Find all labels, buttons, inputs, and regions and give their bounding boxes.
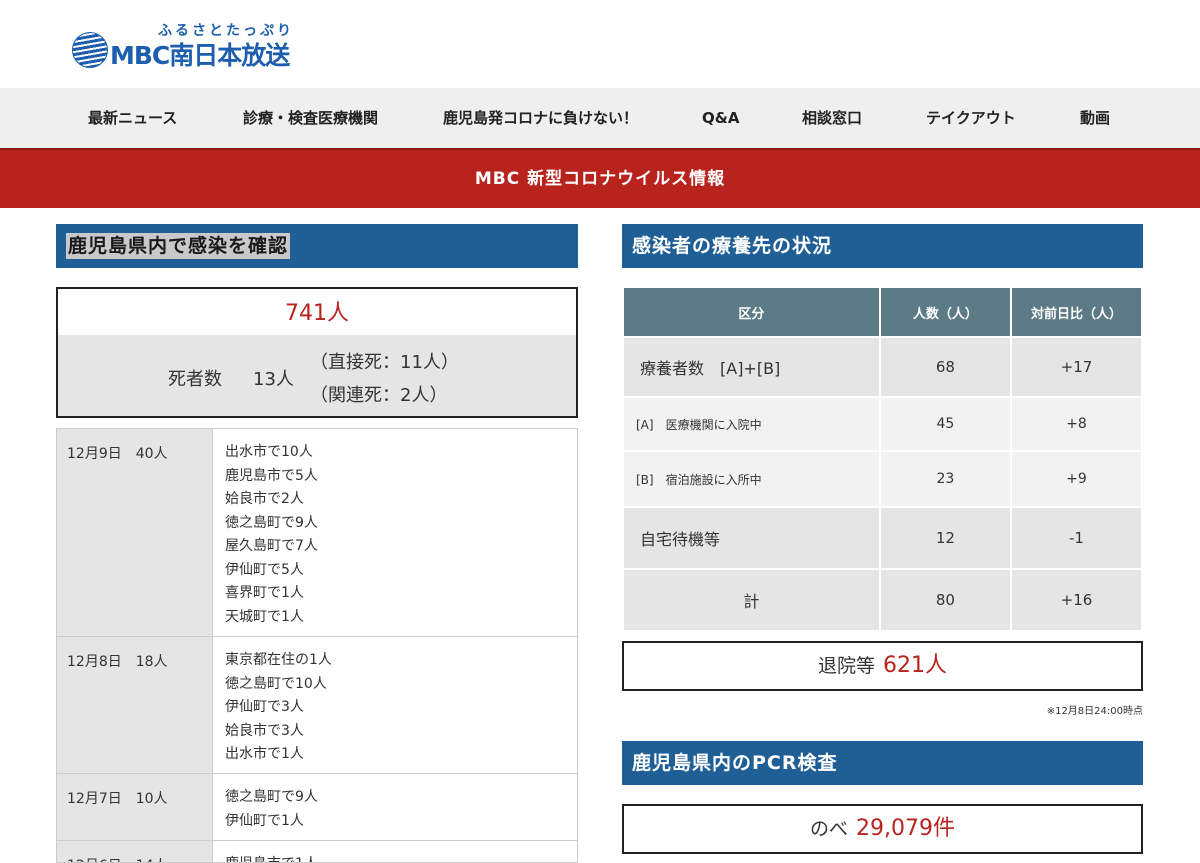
column-header: 人数（人） [878, 286, 1012, 338]
logo-name: MBC南日本放送 [110, 41, 290, 70]
row-count: 68 [878, 336, 1012, 398]
day-date: 12月8日 18人 [67, 654, 168, 670]
place-count: 姶良市で3人 [225, 722, 304, 739]
row-count: 12 [878, 506, 1012, 570]
daily-cases-list: 12月9日 40人 出水市で10人 鹿児島市で5人 姶良市で2人 徳之島町で9人… [56, 428, 578, 863]
nav-item-takeout[interactable]: テイクアウト [926, 88, 1016, 148]
discharged-box: 退院等 621人 [622, 641, 1143, 691]
list-item: 12月9日 40人 出水市で10人 鹿児島市で5人 姶良市で2人 徳之島町で9人… [57, 429, 577, 637]
nav-item-medical-institutions[interactable]: 診療・検査医療機関 [243, 88, 378, 148]
pcr-value: 29,079件 [856, 816, 955, 841]
mbc-logo[interactable]: ふるさとたっぷり MBC南日本放送 [72, 23, 310, 70]
row-diff: +16 [1009, 568, 1144, 632]
table-row: [A] 医療機関に入院中 45 +8 [622, 396, 1144, 452]
deaths-count: 13人 [253, 369, 294, 390]
table-row: 自宅待機等 12 -1 [622, 506, 1144, 570]
row-count: 45 [878, 396, 1012, 452]
row-label: [A] 医療機関に入院中 [622, 396, 881, 452]
discharged-value: 621人 [883, 653, 947, 678]
mbc-logo-mark-icon [72, 32, 108, 68]
nav-item-qa[interactable]: Q&A [702, 88, 739, 148]
list-item: 12月8日 18人 東京都在住の1人 徳之島町で10人 伊仙町で3人 姶良市で3… [57, 637, 577, 774]
place-count: 伊仙町で1人 [225, 812, 304, 829]
nav-item-kagoshima-campaign[interactable]: 鹿児島発コロナに負けない！ [443, 88, 638, 148]
place-count: 天城町で1人 [225, 608, 304, 625]
page-title-banner: MBC 新型コロナウイルス情報 [0, 148, 1200, 208]
day-date: 12月7日 10人 [67, 791, 168, 807]
table-header-row: 区分 人数（人） 対前日比（人） [622, 286, 1144, 338]
site-header: ふるさとたっぷり MBC南日本放送 [0, 0, 1200, 88]
infection-heading-text: 鹿児島県内で感染を確認 [66, 233, 291, 259]
place-count: 喜界町で1人 [225, 585, 304, 601]
as-of-note: ※12月8日24:00時点 [1046, 706, 1143, 717]
row-diff: +9 [1009, 450, 1144, 508]
place-count: 徳之島町で10人 [225, 675, 327, 692]
deaths-panel: 死者数 13人 （直接死：11人） （関連死：2人） [58, 335, 576, 416]
row-label: 計 [622, 568, 881, 632]
infection-summary-box: 741人 死者数 13人 （直接死：11人） （関連死：2人） [56, 287, 578, 418]
list-item: 12月6日 14人 鹿児島市で1人 [57, 841, 577, 862]
place-count: 伊仙町で3人 [225, 699, 304, 715]
row-diff: +17 [1009, 336, 1144, 398]
row-diff: -1 [1009, 506, 1144, 570]
discharged-label: 退院等 [817, 655, 875, 677]
nav-item-consultation[interactable]: 相談窓口 [802, 88, 862, 148]
place-count: 鹿児島市で1人 [225, 853, 318, 862]
status-heading: 感染者の療養先の状況 [622, 224, 1143, 268]
column-header: 区分 [622, 286, 881, 338]
place-count: 出水市で10人 [225, 444, 313, 460]
day-date: 12月9日 40人 [67, 446, 168, 462]
list-item: 12月7日 10人 徳之島町で9人 伊仙町で1人 [57, 774, 577, 841]
place-count: 出水市で1人 [225, 746, 304, 762]
deaths-related: （関連死：2人） [310, 385, 448, 406]
place-count: 鹿児島市で5人 [225, 467, 318, 484]
table-row: 計 80 +16 [622, 568, 1144, 632]
row-diff: +8 [1009, 396, 1144, 452]
nav-item-video[interactable]: 動画 [1080, 88, 1110, 148]
pcr-label: のべ [810, 818, 849, 840]
table-row: 療養者数 [A]+[B] 68 +17 [622, 336, 1144, 398]
deaths-direct: （直接死：11人） [310, 352, 459, 373]
main-nav: 最新ニュース 診療・検査医療機関 鹿児島発コロナに負けない！ Q&A 相談窓口 … [0, 88, 1200, 148]
row-count: 23 [878, 450, 1012, 508]
column-header: 対前日比（人） [1009, 286, 1144, 338]
infection-heading: 鹿児島県内で感染を確認 [56, 224, 578, 268]
place-count: 姶良市で2人 [225, 491, 304, 507]
place-count: 屋久島町で7人 [225, 538, 318, 554]
pcr-heading: 鹿児島県内のPCR検査 [622, 741, 1143, 785]
row-label: [B] 宿泊施設に入所中 [622, 450, 881, 508]
treatment-status-table: 区分 人数（人） 対前日比（人） 療養者数 [A]+[B] 68 +17 [A]… [622, 286, 1144, 632]
nav-item-latest-news[interactable]: 最新ニュース [88, 88, 177, 148]
deaths-label: 死者数 [168, 369, 222, 390]
table-row: [B] 宿泊施設に入所中 23 +9 [622, 450, 1144, 508]
row-label: 自宅待機等 [622, 506, 881, 570]
day-date: 12月6日 14人 [67, 855, 168, 862]
total-infected: 741人 [285, 301, 349, 326]
row-count: 80 [878, 568, 1012, 632]
place-count: 徳之島町で9人 [225, 789, 318, 805]
place-count: 伊仙町で5人 [225, 561, 304, 578]
pcr-box: のべ 29,079件 [622, 804, 1143, 854]
place-count: 徳之島町で9人 [225, 514, 318, 531]
row-label: 療養者数 [A]+[B] [622, 336, 881, 398]
place-count: 東京都在住の1人 [225, 652, 332, 668]
